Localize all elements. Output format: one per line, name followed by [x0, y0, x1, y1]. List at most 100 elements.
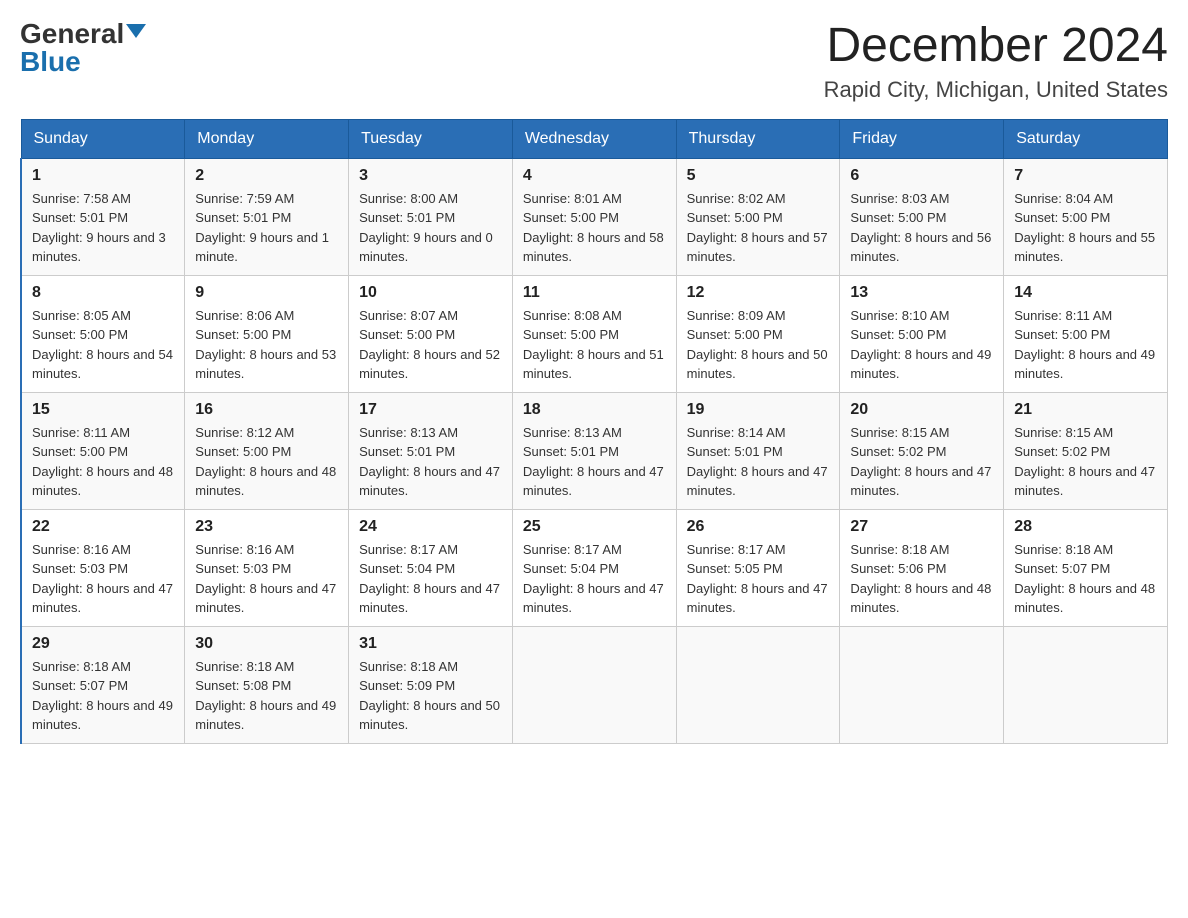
day-info: Sunrise: 8:07 AMSunset: 5:00 PMDaylight:…: [359, 306, 502, 384]
location-subtitle: Rapid City, Michigan, United States: [824, 77, 1168, 103]
calendar-cell: 27 Sunrise: 8:18 AMSunset: 5:06 PMDayligh…: [840, 509, 1004, 626]
day-info: Sunrise: 8:04 AMSunset: 5:00 PMDaylight:…: [1014, 189, 1157, 267]
day-number: 3: [359, 167, 502, 185]
day-info: Sunrise: 8:18 AMSunset: 5:06 PMDaylight:…: [850, 540, 993, 618]
calendar-table: SundayMondayTuesdayWednesdayThursdayFrid…: [20, 119, 1168, 744]
calendar-day-header-friday: Friday: [840, 119, 1004, 158]
day-number: 13: [850, 284, 993, 302]
month-year-title: December 2024: [824, 20, 1168, 73]
calendar-cell: 9 Sunrise: 8:06 AMSunset: 5:00 PMDaylight…: [185, 275, 349, 392]
calendar-cell: 10 Sunrise: 8:07 AMSunset: 5:00 PMDayligh…: [349, 275, 513, 392]
day-number: 9: [195, 284, 338, 302]
day-info: Sunrise: 8:14 AMSunset: 5:01 PMDaylight:…: [687, 423, 830, 501]
calendar-cell: 18Sunrise: 8:13 AMSunset: 5:01 PMDayligh…: [512, 392, 676, 509]
day-info: Sunrise: 8:03 AMSunset: 5:00 PMDaylight:…: [850, 189, 993, 267]
calendar-cell: 8 Sunrise: 8:05 AMSunset: 5:00 PMDaylight…: [21, 275, 185, 392]
day-info: Sunrise: 8:02 AMSunset: 5:00 PMDaylight:…: [687, 189, 830, 267]
calendar-day-header-monday: Monday: [185, 119, 349, 158]
calendar-cell: 24 Sunrise: 8:17 AMSunset: 5:04 PMDayligh…: [349, 509, 513, 626]
calendar-cell: 3 Sunrise: 8:00 AMSunset: 5:01 PMDaylight…: [349, 158, 513, 275]
day-number: 6: [850, 167, 993, 185]
day-info: Sunrise: 8:15 AMSunset: 5:02 PMDaylight:…: [850, 423, 993, 501]
calendar-week-row: 22Sunrise: 8:16 AMSunset: 5:03 PMDayligh…: [21, 509, 1168, 626]
calendar-cell: 20 Sunrise: 8:15 AMSunset: 5:02 PMDayligh…: [840, 392, 1004, 509]
day-number: 20: [850, 401, 993, 419]
calendar-cell: 17 Sunrise: 8:13 AMSunset: 5:01 PMDayligh…: [349, 392, 513, 509]
calendar-week-row: 15 Sunrise: 8:11 AMSunset: 5:00 PMDayligh…: [21, 392, 1168, 509]
day-number: 14: [1014, 284, 1157, 302]
day-number: 28: [1014, 518, 1157, 536]
calendar-cell: 25Sunrise: 8:17 AMSunset: 5:04 PMDayligh…: [512, 509, 676, 626]
calendar-cell: [512, 626, 676, 743]
day-info: Sunrise: 8:12 AMSunset: 5:00 PMDaylight:…: [195, 423, 338, 501]
day-info: Sunrise: 8:17 AMSunset: 5:05 PMDaylight:…: [687, 540, 830, 618]
title-section: December 2024 Rapid City, Michigan, Unit…: [824, 20, 1168, 103]
day-info: Sunrise: 8:15 AMSunset: 5:02 PMDaylight:…: [1014, 423, 1157, 501]
calendar-cell: 5Sunrise: 8:02 AMSunset: 5:00 PMDaylight…: [676, 158, 840, 275]
day-info: Sunrise: 8:00 AMSunset: 5:01 PMDaylight:…: [359, 189, 502, 267]
day-number: 30: [195, 635, 338, 653]
page-header: General Blue December 2024 Rapid City, M…: [20, 20, 1168, 103]
day-number: 1: [32, 167, 174, 185]
day-number: 7: [1014, 167, 1157, 185]
day-info: Sunrise: 8:09 AMSunset: 5:00 PMDaylight:…: [687, 306, 830, 384]
day-number: 2: [195, 167, 338, 185]
day-info: Sunrise: 8:16 AMSunset: 5:03 PMDaylight:…: [195, 540, 338, 618]
calendar-cell: 22Sunrise: 8:16 AMSunset: 5:03 PMDayligh…: [21, 509, 185, 626]
day-info: Sunrise: 8:13 AMSunset: 5:01 PMDaylight:…: [359, 423, 502, 501]
calendar-cell: 14Sunrise: 8:11 AMSunset: 5:00 PMDayligh…: [1004, 275, 1168, 392]
calendar-cell: 26 Sunrise: 8:17 AMSunset: 5:05 PMDayligh…: [676, 509, 840, 626]
calendar-cell: 4Sunrise: 8:01 AMSunset: 5:00 PMDaylight…: [512, 158, 676, 275]
day-info: Sunrise: 8:06 AMSunset: 5:00 PMDaylight:…: [195, 306, 338, 384]
day-number: 24: [359, 518, 502, 536]
calendar-week-row: 29Sunrise: 8:18 AMSunset: 5:07 PMDayligh…: [21, 626, 1168, 743]
calendar-cell: 28 Sunrise: 8:18 AMSunset: 5:07 PMDayligh…: [1004, 509, 1168, 626]
calendar-cell: 29Sunrise: 8:18 AMSunset: 5:07 PMDayligh…: [21, 626, 185, 743]
day-info: Sunrise: 8:18 AMSunset: 5:07 PMDaylight:…: [1014, 540, 1157, 618]
day-info: Sunrise: 8:17 AMSunset: 5:04 PMDaylight:…: [359, 540, 502, 618]
day-info: Sunrise: 7:58 AMSunset: 5:01 PMDaylight:…: [32, 189, 174, 267]
day-info: Sunrise: 8:13 AMSunset: 5:01 PMDaylight:…: [523, 423, 666, 501]
day-number: 26: [687, 518, 830, 536]
logo-blue: Blue: [20, 48, 81, 76]
day-number: 27: [850, 518, 993, 536]
calendar-day-header-tuesday: Tuesday: [349, 119, 513, 158]
calendar-cell: 13 Sunrise: 8:10 AMSunset: 5:00 PMDayligh…: [840, 275, 1004, 392]
calendar-cell: [676, 626, 840, 743]
calendar-week-row: 1 Sunrise: 7:58 AMSunset: 5:01 PMDaylight…: [21, 158, 1168, 275]
day-number: 31: [359, 635, 502, 653]
calendar-cell: 2Sunrise: 7:59 AMSunset: 5:01 PMDaylight…: [185, 158, 349, 275]
day-info: Sunrise: 8:05 AMSunset: 5:00 PMDaylight:…: [32, 306, 174, 384]
day-info: Sunrise: 8:10 AMSunset: 5:00 PMDaylight:…: [850, 306, 993, 384]
calendar-day-header-wednesday: Wednesday: [512, 119, 676, 158]
day-number: 15: [32, 401, 174, 419]
logo-general: General: [20, 20, 124, 48]
day-info: Sunrise: 8:01 AMSunset: 5:00 PMDaylight:…: [523, 189, 666, 267]
calendar-cell: 1 Sunrise: 7:58 AMSunset: 5:01 PMDaylight…: [21, 158, 185, 275]
day-number: 12: [687, 284, 830, 302]
calendar-day-header-saturday: Saturday: [1004, 119, 1168, 158]
calendar-cell: 23Sunrise: 8:16 AMSunset: 5:03 PMDayligh…: [185, 509, 349, 626]
day-info: Sunrise: 8:11 AMSunset: 5:00 PMDaylight:…: [32, 423, 174, 501]
calendar-cell: [1004, 626, 1168, 743]
day-info: Sunrise: 8:08 AMSunset: 5:00 PMDaylight:…: [523, 306, 666, 384]
calendar-cell: 16 Sunrise: 8:12 AMSunset: 5:00 PMDayligh…: [185, 392, 349, 509]
calendar-cell: 6 Sunrise: 8:03 AMSunset: 5:00 PMDaylight…: [840, 158, 1004, 275]
day-number: 11: [523, 284, 666, 302]
calendar-cell: 31 Sunrise: 8:18 AMSunset: 5:09 PMDayligh…: [349, 626, 513, 743]
calendar-week-row: 8 Sunrise: 8:05 AMSunset: 5:00 PMDaylight…: [21, 275, 1168, 392]
day-number: 21: [1014, 401, 1157, 419]
calendar-cell: 30Sunrise: 8:18 AMSunset: 5:08 PMDayligh…: [185, 626, 349, 743]
day-number: 10: [359, 284, 502, 302]
logo-triangle-icon: [126, 24, 146, 38]
calendar-cell: 12 Sunrise: 8:09 AMSunset: 5:00 PMDayligh…: [676, 275, 840, 392]
calendar-day-header-thursday: Thursday: [676, 119, 840, 158]
calendar-cell: 21 Sunrise: 8:15 AMSunset: 5:02 PMDayligh…: [1004, 392, 1168, 509]
day-info: Sunrise: 8:18 AMSunset: 5:09 PMDaylight:…: [359, 657, 502, 735]
day-number: 17: [359, 401, 502, 419]
calendar-day-header-sunday: Sunday: [21, 119, 185, 158]
calendar-header-row: SundayMondayTuesdayWednesdayThursdayFrid…: [21, 119, 1168, 158]
day-number: 8: [32, 284, 174, 302]
calendar-cell: [840, 626, 1004, 743]
day-number: 16: [195, 401, 338, 419]
